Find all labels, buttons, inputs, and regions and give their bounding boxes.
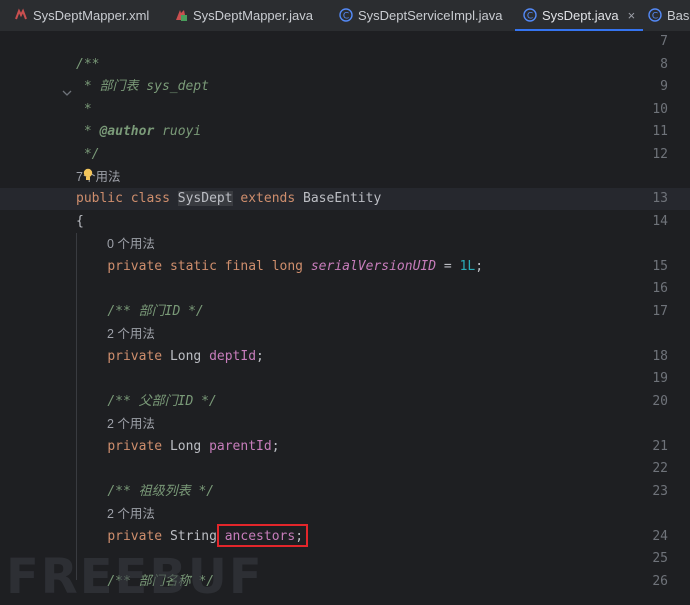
semicolon: ; bbox=[256, 349, 264, 364]
code-line: * 部门表 sys_dept bbox=[76, 76, 209, 98]
mybatis-xml-icon bbox=[14, 8, 28, 22]
highlight-box bbox=[217, 524, 308, 547]
lightbulb-icon[interactable] bbox=[82, 168, 94, 182]
type-name[interactable]: String bbox=[170, 529, 217, 544]
code-line: /** 父部门ID */ bbox=[76, 391, 217, 413]
tab-sysdept-java[interactable]: C SysDept.java × bbox=[514, 0, 644, 31]
field-comment: /** 部门ID */ bbox=[107, 304, 204, 319]
type-name[interactable]: Long bbox=[170, 349, 201, 364]
line-number: 12 bbox=[652, 147, 668, 162]
javadoc-close: */ bbox=[83, 147, 100, 162]
line-number: 18 bbox=[652, 349, 668, 364]
code-line: public class SysDept extends BaseEntity bbox=[76, 188, 381, 210]
brace: { bbox=[76, 214, 84, 229]
tab-label: SysDeptServiceImpl.java bbox=[358, 7, 503, 23]
static-field-name[interactable]: serialVersionUID bbox=[311, 259, 436, 274]
code-editor[interactable]: 7 8 9 10 11 12 13 14 15 16 17 18 19 20 2… bbox=[0, 31, 690, 605]
usages-hint[interactable]: 0 个用法 bbox=[107, 233, 155, 255]
tab-sysdeptserviceimpl-java[interactable]: C SysDeptServiceImpl.java bbox=[339, 0, 503, 30]
tab-sysdeptmapper-java[interactable]: SysDeptMapper.java bbox=[174, 0, 313, 30]
line-number: 26 bbox=[652, 574, 668, 589]
tab-label: SysDeptMapper.xml bbox=[33, 7, 150, 23]
fold-chevron-icon[interactable] bbox=[62, 88, 72, 98]
semicolon: ; bbox=[475, 259, 484, 274]
code-line: * @author ruoyi bbox=[76, 121, 201, 143]
keyword: long bbox=[271, 259, 304, 274]
code-line: /** 祖级列表 */ bbox=[76, 481, 214, 503]
class-icon: C bbox=[339, 8, 353, 22]
javadoc-author-tag: @author bbox=[99, 124, 155, 139]
class-icon: C bbox=[523, 8, 537, 22]
watermark: FREEBUF bbox=[6, 549, 264, 605]
tab-label: Base bbox=[667, 7, 690, 23]
keyword: final bbox=[224, 259, 264, 274]
line-number: 16 bbox=[652, 281, 668, 296]
keyword: private bbox=[107, 349, 163, 364]
line-number: 21 bbox=[652, 439, 668, 454]
keyword: public bbox=[76, 191, 123, 206]
field-comment: /** 父部门ID */ bbox=[107, 394, 217, 409]
code-line: */ bbox=[76, 144, 100, 166]
line-number: 25 bbox=[652, 551, 668, 566]
editor-tab-bar: SysDeptMapper.xml SysDeptMapper.java C S… bbox=[0, 0, 690, 32]
superclass-name[interactable]: BaseEntity bbox=[303, 191, 381, 206]
tab-sysdeptmapper-xml[interactable]: SysDeptMapper.xml bbox=[14, 0, 149, 30]
keyword: extends bbox=[240, 191, 296, 206]
line-number: 8 bbox=[660, 57, 668, 72]
operator: = bbox=[436, 259, 460, 274]
code-line: private static final long serialVersionU… bbox=[76, 256, 483, 278]
svg-text:C: C bbox=[343, 12, 349, 22]
usages-hint[interactable]: 2 个用法 bbox=[107, 413, 155, 435]
number-literal: 1L bbox=[459, 259, 476, 274]
line-number: 14 bbox=[652, 214, 668, 229]
keyword: class bbox=[130, 191, 170, 206]
line-number: 24 bbox=[652, 529, 668, 544]
line-number: 19 bbox=[652, 371, 668, 386]
line-number: 23 bbox=[652, 484, 668, 499]
javadoc-author-name: ruoyi bbox=[162, 124, 202, 139]
javadoc-star: * bbox=[83, 79, 92, 94]
usages-hint[interactable]: 2 个用法 bbox=[107, 503, 155, 525]
code-line: private Long parentId; bbox=[76, 436, 280, 458]
javadoc-open: /** bbox=[76, 57, 100, 72]
line-number: 17 bbox=[652, 304, 668, 319]
field-name[interactable]: parentId bbox=[209, 439, 272, 454]
code-line: { bbox=[76, 211, 84, 233]
keyword: private bbox=[107, 439, 163, 454]
code-line: /** bbox=[76, 54, 99, 76]
line-number: 13 bbox=[652, 191, 668, 206]
type-name[interactable]: Long bbox=[170, 439, 201, 454]
keyword: private bbox=[107, 259, 163, 274]
javadoc-star: * bbox=[83, 124, 92, 139]
tab-label: SysDept.java bbox=[542, 7, 619, 23]
code-line: * bbox=[76, 99, 92, 121]
line-number: 15 bbox=[652, 259, 668, 274]
keyword: private bbox=[107, 529, 163, 544]
usages-hint[interactable]: 2 个用法 bbox=[107, 323, 155, 345]
javadoc-description: 部门表 sys_dept bbox=[99, 79, 209, 94]
close-icon[interactable]: × bbox=[628, 8, 636, 23]
field-comment: /** 祖级列表 */ bbox=[107, 484, 215, 499]
keyword: static bbox=[169, 259, 217, 274]
interface-icon bbox=[174, 8, 188, 22]
field-name[interactable]: deptId bbox=[209, 349, 256, 364]
line-number: 11 bbox=[652, 124, 668, 139]
tab-baseentity-java[interactable]: C Base bbox=[648, 0, 690, 30]
line-number: 9 bbox=[660, 79, 668, 94]
semicolon: ; bbox=[271, 439, 280, 454]
line-number: 7 bbox=[660, 34, 668, 49]
line-number: 22 bbox=[652, 461, 668, 476]
svg-text:C: C bbox=[652, 12, 658, 22]
line-number: 10 bbox=[652, 102, 668, 117]
line-number: 20 bbox=[652, 394, 668, 409]
code-line: /** 部门ID */ bbox=[76, 301, 204, 323]
code-line: private Long deptId; bbox=[76, 346, 264, 368]
class-icon: C bbox=[648, 8, 662, 22]
class-name[interactable]: SysDept bbox=[177, 191, 233, 206]
javadoc-star: * bbox=[83, 102, 92, 117]
tab-label: SysDeptMapper.java bbox=[193, 7, 313, 23]
svg-text:C: C bbox=[527, 12, 533, 22]
